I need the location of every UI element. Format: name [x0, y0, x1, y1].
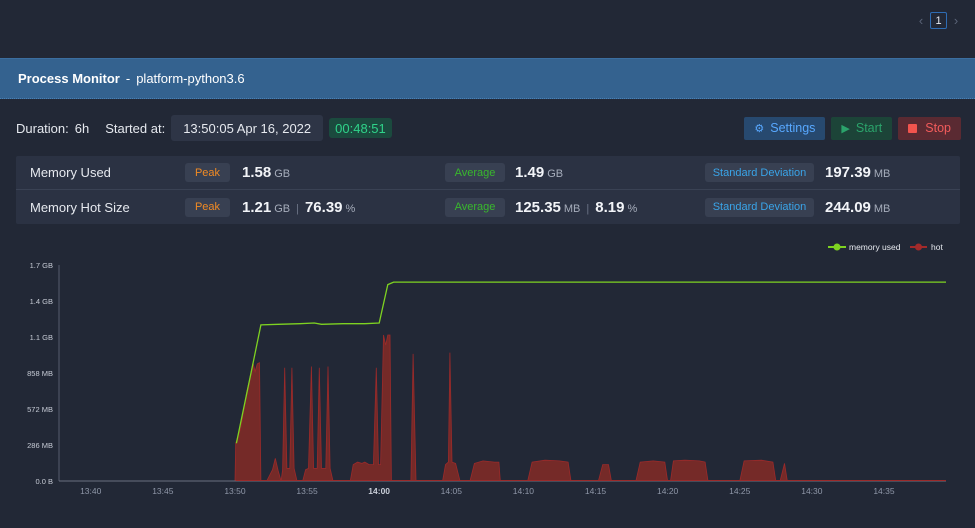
- std-dev-badge: Standard Deviation: [705, 197, 814, 217]
- legend-hot-marker[interactable]: [915, 243, 922, 251]
- settings-button[interactable]: ⚙ Settings: [744, 116, 826, 140]
- peak-value: 1.58 GB: [242, 164, 290, 181]
- start-button[interactable]: ▶ Start: [831, 116, 893, 140]
- std-dev-badge: Standard Deviation: [705, 163, 814, 182]
- duration-label: Duration:: [16, 120, 69, 136]
- x-tick-label: 14:35: [873, 486, 895, 496]
- row-label: Memory Used: [30, 165, 111, 180]
- y-tick-label: 0.0 B: [35, 477, 53, 486]
- y-tick-label: 572 MB: [27, 405, 53, 414]
- peak-number: 1.58: [242, 164, 272, 181]
- peak-value: 1.21 GB | 76.39 %: [242, 199, 355, 216]
- y-axis: 0.0 B 286 MB 572 MB 858 MB 1.1 GB 1.4 GB 1.7 G…: [27, 261, 60, 486]
- started-label: Started at:: [105, 120, 166, 136]
- x-tick-label: 14:00: [368, 486, 390, 496]
- std-dev-value: 197.39 MB: [825, 164, 890, 181]
- y-tick-label: 1.4 GB: [30, 297, 53, 306]
- y-tick-label: 1.7 GB: [30, 261, 53, 270]
- y-tick-label: 1.1 GB: [30, 333, 53, 342]
- row-label: Memory Hot Size: [30, 199, 130, 215]
- x-axis: 13:40 13:45 13:50 13:55 14:00 14:05 14:10 14:15…: [80, 486, 895, 496]
- average-number: 125.35: [515, 198, 561, 216]
- chart-legend: memory used hot: [828, 242, 943, 252]
- start-label: Start: [855, 121, 883, 135]
- average-unit: GB: [547, 168, 564, 180]
- average-badge: Average: [445, 197, 505, 217]
- memory-chart: memory used hot 0.0 B 286 MB 572 MB 858 MB 1…: [0, 236, 975, 528]
- x-tick-label: 14:20: [657, 486, 679, 496]
- value-divider: |: [296, 202, 299, 215]
- duration-value: 6h: [74, 120, 90, 136]
- peak-badge: Peak: [185, 163, 230, 182]
- x-tick-label: 14:30: [801, 486, 823, 496]
- title-separator: -: [125, 71, 131, 86]
- y-tick-label: 286 MB: [27, 441, 53, 450]
- std-dev-unit: MB: [873, 168, 891, 180]
- panel-title: Process Monitor: [18, 71, 120, 86]
- y-tick-label: 858 MB: [27, 369, 53, 378]
- average-badge: Average: [445, 163, 505, 182]
- monitor-toolbar: Duration: 6h Started at: 13:50:05 Apr 16…: [16, 115, 961, 141]
- std-dev-number: 244.09: [825, 198, 871, 216]
- x-tick-label: 14:25: [729, 486, 751, 496]
- percent-unit: %: [345, 202, 356, 215]
- chevron-right-icon[interactable]: ›: [951, 13, 961, 28]
- peak-unit: GB: [274, 202, 291, 215]
- value-divider: |: [586, 202, 590, 215]
- gear-icon: ⚙: [754, 122, 765, 135]
- std-dev-value: 244.09 MB: [825, 199, 890, 216]
- peak-unit: GB: [274, 168, 291, 180]
- stats-row-memory-hot-size: Memory Hot Size Peak 1.21 GB | 76.39 % A…: [16, 190, 960, 224]
- page-number-current[interactable]: 1: [930, 12, 947, 29]
- stop-label: Stop: [925, 121, 951, 135]
- average-value: 125.35 MB | 8.19 %: [515, 199, 637, 216]
- legend-memory-used-label[interactable]: memory used: [849, 242, 901, 252]
- plot-area: [59, 281, 946, 482]
- std-dev-number: 197.39: [825, 164, 871, 181]
- process-name: platform-python3.6: [136, 71, 245, 86]
- x-tick-label: 13:50: [224, 486, 246, 496]
- legend-hot-label[interactable]: hot: [931, 242, 943, 252]
- average-number: 1.49: [515, 164, 545, 181]
- x-tick-label: 14:10: [513, 486, 535, 496]
- panel-header: Process Monitor - platform-python3.6: [0, 58, 975, 99]
- average-value: 1.49 GB: [515, 164, 563, 181]
- memory-chart-svg: memory used hot 0.0 B 286 MB 572 MB 858 MB 1…: [27, 242, 946, 496]
- peak-percent: 76.39: [304, 198, 343, 216]
- stats-row-memory-used: Memory Used Peak 1.58 GB Average 1.49 GB…: [16, 156, 960, 190]
- elapsed-timer: 00:48:51: [329, 118, 392, 138]
- average-unit: MB: [563, 202, 581, 215]
- x-tick-label: 13:55: [296, 486, 318, 496]
- x-tick-label: 13:40: [80, 486, 102, 496]
- peak-badge: Peak: [185, 197, 230, 217]
- percent-unit: %: [627, 202, 638, 215]
- chevron-left-icon[interactable]: ‹: [916, 13, 926, 28]
- memory-used-series-line: [235, 281, 946, 444]
- x-tick-label: 14:15: [585, 486, 607, 496]
- legend-memory-used-marker[interactable]: [833, 243, 841, 251]
- x-tick-label: 13:45: [152, 486, 174, 496]
- hot-series-area: [234, 334, 792, 482]
- average-percent: 8.19: [595, 198, 625, 216]
- play-icon: ▶: [841, 122, 850, 135]
- stats-table: Memory Used Peak 1.58 GB Average 1.49 GB…: [16, 156, 960, 224]
- stop-button[interactable]: Stop: [898, 116, 961, 140]
- pagination: ‹ 1 ›: [916, 12, 961, 29]
- settings-label: Settings: [770, 121, 816, 135]
- started-at-value: 13:50:05 Apr 16, 2022: [171, 115, 324, 141]
- x-tick-label: 14:05: [441, 486, 463, 496]
- std-dev-unit: MB: [873, 202, 891, 215]
- peak-number: 1.21: [242, 198, 272, 216]
- stop-icon: [908, 123, 918, 133]
